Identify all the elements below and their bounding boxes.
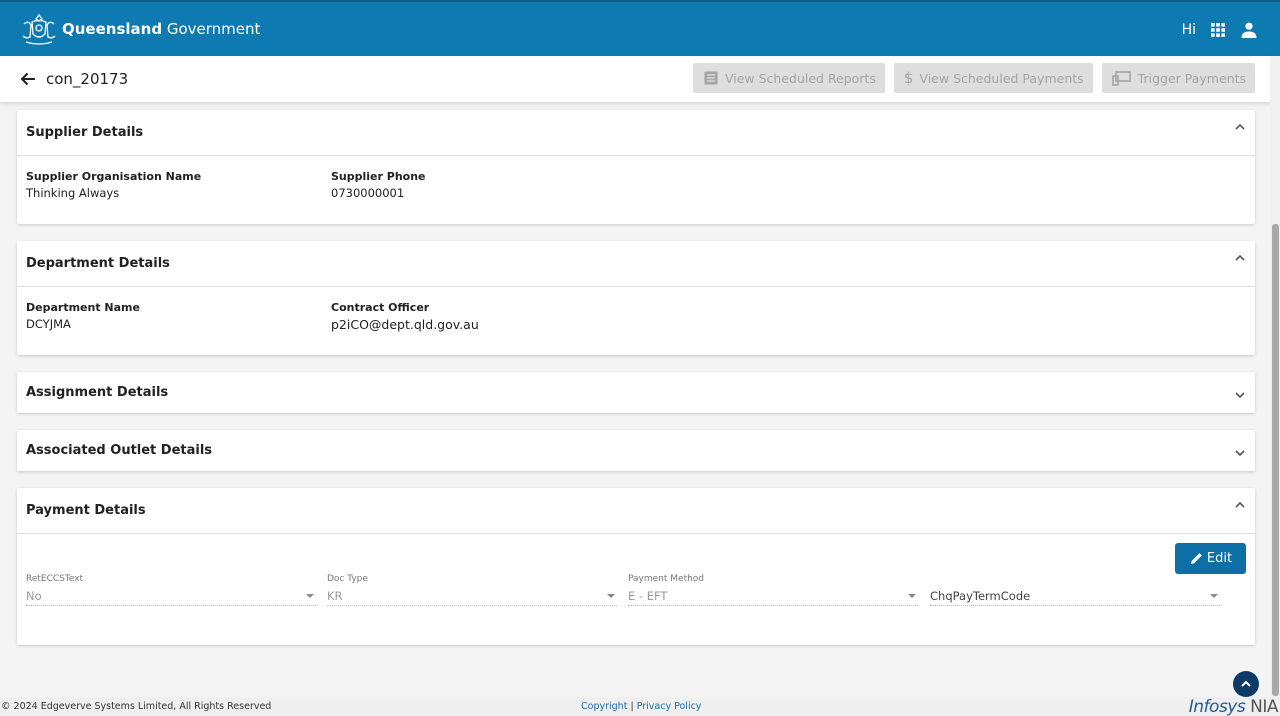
department-details-title: Department Details [26,256,170,271]
contract-officer-field: Contract Officer p2iCO@dept.qld.gov.au [331,301,479,332]
copyright-text: © 2024 Edgeverve Systems Limited, All Ri… [1,701,272,712]
chevron-up-icon[interactable] [1233,498,1247,512]
view-scheduled-payments-button[interactable]: $ View Scheduled Payments [893,63,1093,93]
dollar-icon: $ [903,69,914,87]
assignment-details-title: Assignment Details [26,385,169,400]
supplier-org-field: Supplier Organisation Name Thinking Alwa… [26,170,201,200]
dropdown-caret-icon [607,594,615,598]
chq-pay-term-code-select[interactable]: ChqPayTermCode [930,574,1220,606]
chq-pay-term-code-placeholder: ChqPayTermCode [930,589,1031,603]
devices-icon [1111,71,1131,86]
arrow-left-icon [20,72,35,86]
page-header: con_20173 View Scheduled Reports $ View … [0,56,1270,102]
contract-officer-value: p2iCO@dept.qld.gov.au [331,317,479,332]
ret-eccs-text-value: No [26,589,42,603]
trigger-payments-button[interactable]: Trigger Payments [1101,63,1255,93]
scrollbar-thumb[interactable] [1272,224,1279,696]
brand-light: Government [166,20,261,38]
chq-pay-term-code-label [930,574,1220,586]
supplier-phone-label: Supplier Phone [331,170,426,183]
associated-outlet-details-title: Associated Outlet Details [26,443,213,458]
trigger-payments-label: Trigger Payments [1137,70,1246,86]
payment-details-panel: Payment Details Edit RetECCSText No Doc … [17,488,1255,645]
contract-details-content: Supplier Details Supplier Organisation N… [17,110,1255,662]
view-scheduled-payments-label: View Scheduled Payments [919,70,1084,86]
dropdown-caret-icon [1210,594,1218,598]
supplier-phone-field: Supplier Phone 0730000001 [331,170,426,200]
supplier-phone-value: 0730000001 [331,186,405,200]
chevron-down-icon[interactable] [1233,446,1247,460]
chevron-down-icon[interactable] [1233,388,1247,402]
view-scheduled-reports-button[interactable]: View Scheduled Reports [692,63,885,93]
department-details-panel: Department Details Department Name DCYJM… [17,241,1255,355]
supplier-org-value: Thinking Always [26,186,120,200]
assignment-details-panel: Assignment Details [17,372,1255,413]
department-name-value: DCYJMA [26,317,71,331]
doc-type-select[interactable]: Doc Type KR [327,574,617,606]
payment-method-select[interactable]: Payment Method E - EFT [628,574,918,606]
supplier-org-label: Supplier Organisation Name [26,170,202,183]
payment-method-label: Payment Method [628,574,705,584]
back-button[interactable] [18,69,38,89]
scroll-to-top-button[interactable] [1233,671,1259,697]
user-account-icon[interactable] [1240,21,1258,39]
brand-suffix: NIA [1250,697,1278,716]
chevron-up-icon[interactable] [1233,120,1247,134]
qld-logo[interactable]: Queensland Government [20,12,260,46]
edit-label: Edit [1206,551,1233,566]
view-scheduled-reports-label: View Scheduled Reports [724,70,876,86]
crest-icon [22,13,56,45]
chevron-up-icon[interactable] [1233,251,1247,265]
department-details-header[interactable]: Department Details [17,241,1255,286]
page-scrollbar[interactable] [1270,56,1280,697]
dropdown-caret-icon [306,594,314,598]
greeting: Hi [1181,22,1196,38]
department-name-label: Department Name [26,301,140,314]
top-bar: Queensland Government Hi [0,0,1280,56]
footer-separator: | [630,701,634,712]
assignment-details-header[interactable]: Assignment Details [17,372,1255,413]
report-icon [704,71,718,85]
associated-outlet-details-panel: Associated Outlet Details [17,430,1255,471]
contract-officer-label: Contract Officer [331,301,430,314]
doc-type-value: KR [327,589,343,603]
payment-details-header[interactable]: Payment Details [17,488,1255,533]
apps-grid-icon[interactable] [1210,22,1226,38]
edit-button[interactable]: Edit [1175,543,1246,574]
department-name-field: Department Name DCYJMA [26,301,140,331]
infosys-nia-logo: Infosys NIA [1188,697,1279,716]
brand-main: Infosys [1188,697,1246,716]
payment-method-value: E - EFT [628,589,668,603]
payment-details-title: Payment Details [26,503,146,518]
associated-outlet-details-header[interactable]: Associated Outlet Details [17,430,1255,471]
dropdown-caret-icon [908,594,916,598]
supplier-details-panel: Supplier Details Supplier Organisation N… [17,110,1255,224]
chevron-up-icon [1241,680,1251,687]
privacy-policy-link[interactable]: Privacy Policy [637,701,702,712]
supplier-details-title: Supplier Details [26,125,144,140]
pencil-icon [1190,553,1202,564]
header-actions: View Scheduled Reports $ View Scheduled … [692,63,1255,93]
footer: © 2024 Edgeverve Systems Limited, All Ri… [0,697,1280,716]
ret-eccs-text-select[interactable]: RetECCSText No [26,574,316,606]
supplier-details-header[interactable]: Supplier Details [17,110,1255,155]
copyright-link[interactable]: Copyright [581,701,627,712]
doc-type-label: Doc Type [327,574,368,584]
brand-bold: Queensland [62,20,163,38]
page-title: con_20173 [46,70,129,88]
ret-eccs-text-label: RetECCSText [26,574,84,584]
